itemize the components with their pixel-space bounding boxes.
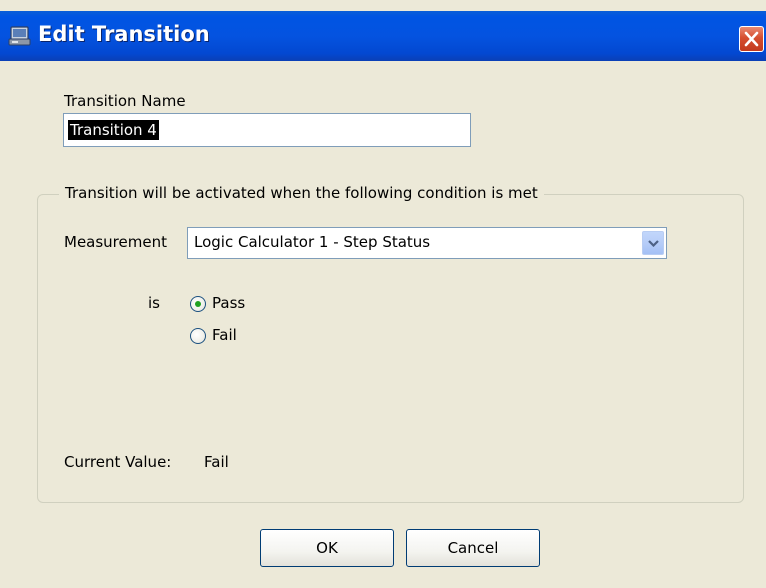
is-label: is bbox=[148, 294, 160, 312]
close-button[interactable] bbox=[739, 26, 764, 52]
title-bar[interactable]: Edit Transition bbox=[0, 11, 766, 61]
pass-radio[interactable] bbox=[190, 296, 206, 312]
current-value: Fail bbox=[204, 453, 229, 471]
app-window-icon bbox=[8, 25, 32, 47]
cancel-button[interactable]: Cancel bbox=[406, 529, 540, 567]
measurement-label: Measurement bbox=[64, 233, 167, 251]
measurement-dropdown-button[interactable] bbox=[642, 231, 664, 255]
measurement-selected-value: Logic Calculator 1 - Step Status bbox=[194, 233, 431, 251]
edit-transition-dialog: Edit Transition Transition Name Transiti… bbox=[0, 0, 766, 588]
condition-group-caption: Transition will be activated when the fo… bbox=[59, 184, 544, 202]
fail-radio[interactable] bbox=[190, 328, 206, 344]
transition-name-label: Transition Name bbox=[64, 92, 186, 110]
measurement-select[interactable]: Logic Calculator 1 - Step Status bbox=[187, 227, 667, 259]
window-title: Edit Transition bbox=[38, 22, 210, 46]
ok-button[interactable]: OK bbox=[260, 529, 394, 567]
transition-name-input[interactable]: Transition 4 bbox=[63, 113, 471, 147]
radio-selected-dot bbox=[195, 301, 201, 307]
fail-radio-label[interactable]: Fail bbox=[212, 326, 237, 344]
pass-radio-label[interactable]: Pass bbox=[212, 294, 245, 312]
transition-name-value: Transition 4 bbox=[68, 120, 159, 140]
current-value-label: Current Value: bbox=[64, 453, 172, 471]
close-x-icon bbox=[744, 31, 759, 47]
chevron-down-icon bbox=[648, 240, 659, 247]
